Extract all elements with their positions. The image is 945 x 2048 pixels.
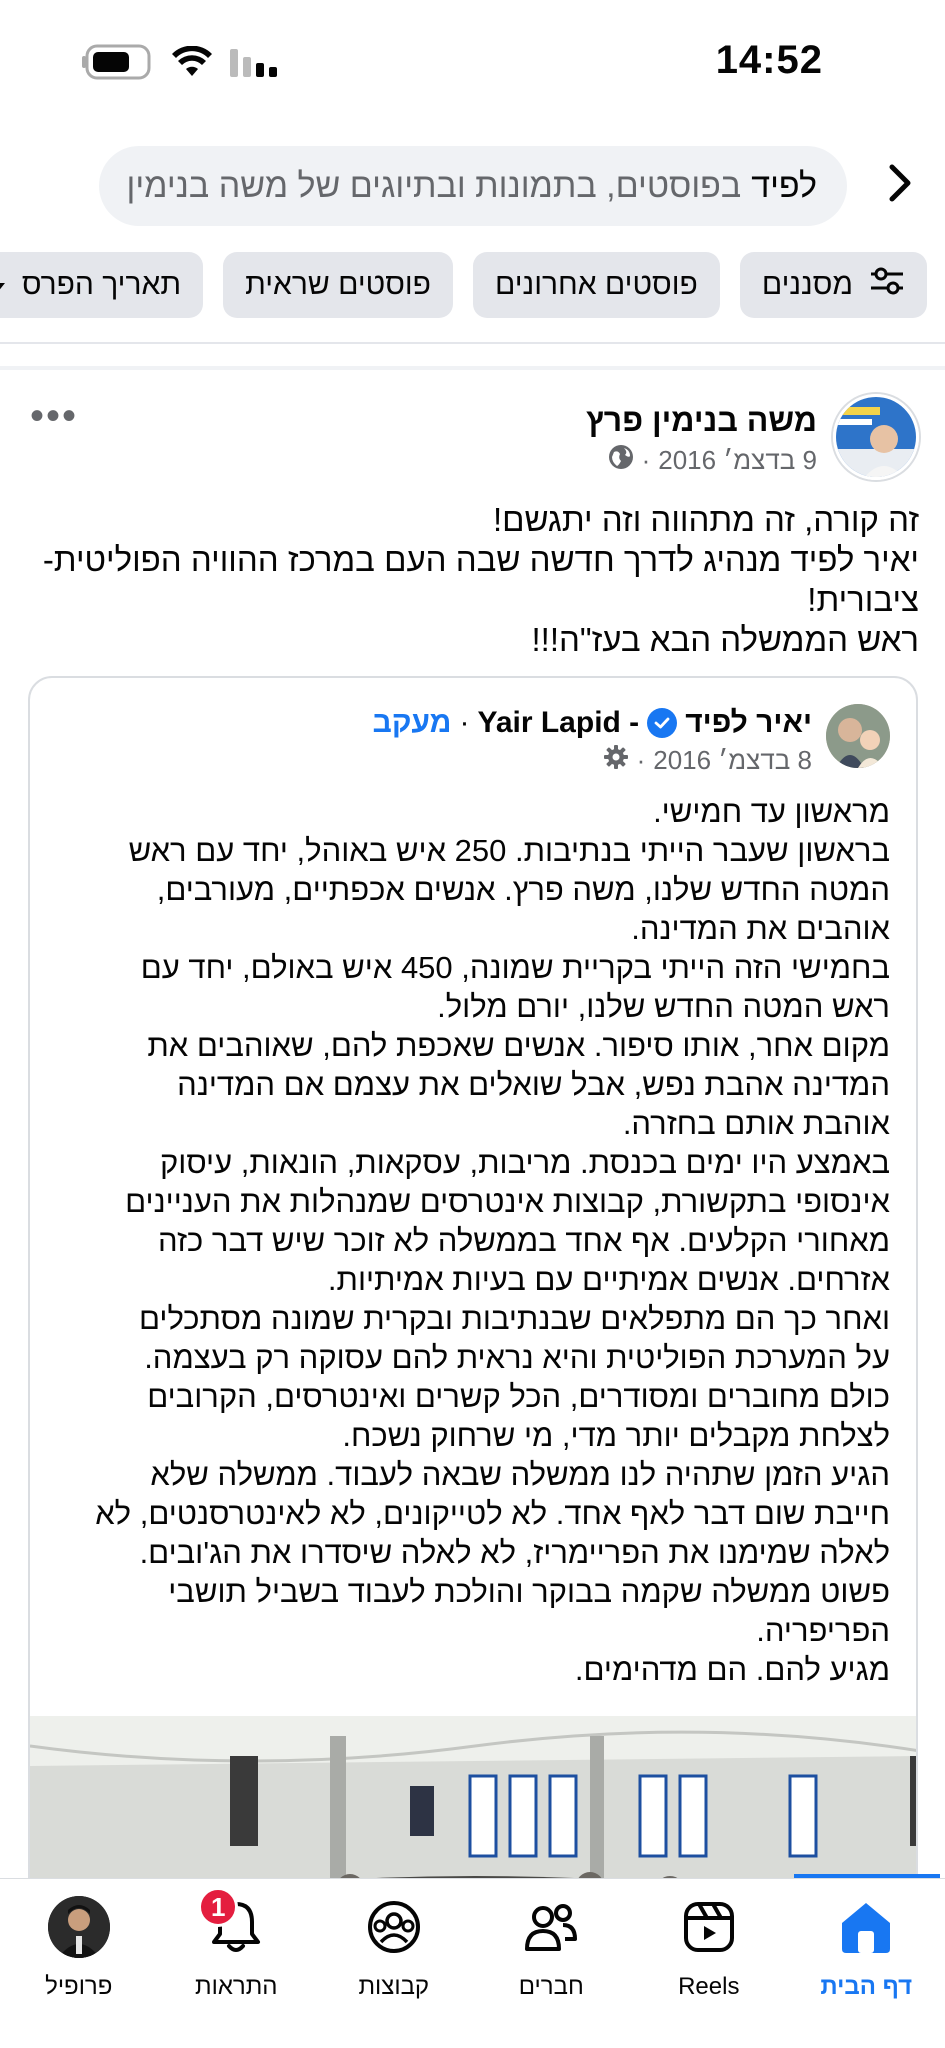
- shared-text-line: בחמישי הזה הייתי בקריית שמונה, 450 איש ב…: [140, 950, 890, 985]
- post-text-line: זה קורה, זה מתהווה וזה יתגשם!: [492, 501, 919, 538]
- globe-icon: [608, 444, 634, 477]
- home-icon: [834, 1895, 898, 1959]
- filters-chip[interactable]: מסננים: [739, 252, 927, 318]
- nav-notifications[interactable]: 1 התראות: [158, 1879, 316, 2048]
- shared-text-line: כולם מחוברים ומסודרים, הכל קשרים ואינטרס…: [147, 1379, 890, 1414]
- shared-text-line: אזרחים. אנשים אמיתיים עם בעיות אמיתיות.: [327, 1262, 890, 1297]
- shared-text-line: ואחר כך הם מתפלאים שבנתיבות ובקרית שמונה…: [139, 1301, 890, 1336]
- cellular-signal-icon: [230, 47, 280, 82]
- shared-text-line: פשוט ממשלה שקמה בבוקר והולכת לעבוד בשביל…: [168, 1574, 890, 1609]
- post-author-avatar[interactable]: [833, 394, 919, 480]
- nav-home-label: דף הבית: [820, 1973, 913, 2000]
- shared-date[interactable]: 8 בדצמ׳ 2016: [653, 745, 812, 776]
- post-text-line: ציבורית!: [807, 581, 919, 618]
- nav-friends-label: חברים: [518, 1973, 584, 2000]
- date-posted-chip[interactable]: תאריך הפרס: [0, 252, 204, 318]
- search-row: לפיד בפוסטים, בתמונות ובתיוגים של משה בנ…: [0, 146, 945, 226]
- sliders-icon: [869, 266, 905, 304]
- nav-groups[interactable]: קבוצות: [315, 1879, 473, 2048]
- shared-text-line: מאחורי הקלעים. אף אחד בממשלה לא זוכר שיש…: [157, 1223, 890, 1258]
- shared-text-line: המדינה אהבת נפש, אבל שואלים את עצמם אם ה…: [177, 1067, 890, 1102]
- caret-down-icon: [0, 268, 6, 302]
- shared-post-text: מראשון עד חמישי. בראשון שעבר הייתי בנתיב…: [42, 792, 890, 1689]
- shared-author-name-en[interactable]: Yair Lapid -: [477, 706, 639, 740]
- shared-text-line: מקום אחר, אותו סיפור. אנשים שאכפת להם, ש…: [147, 1028, 890, 1063]
- shared-text-line: ראש המטה החדש שלנו, יורם מלול.: [437, 989, 890, 1024]
- recent-posts-chip-label: פוסטים אחרונים: [494, 268, 698, 301]
- nav-groups-label: קבוצות: [358, 1973, 430, 2000]
- shared-author-avatar[interactable]: [826, 704, 890, 768]
- divider: [0, 366, 945, 370]
- meta-separator: ·: [641, 445, 651, 475]
- reels-icon: [677, 1895, 741, 1959]
- bottom-navigation: דף הבית Reels חברים קבוצות 1 התראות פרופ…: [0, 1878, 945, 2048]
- gear-icon: [603, 744, 629, 777]
- post-author-name[interactable]: משה בנימין פרץ: [586, 402, 817, 439]
- battery-icon: [82, 44, 154, 85]
- shared-text-line: הפריפריה.: [756, 1613, 890, 1648]
- meta-separator: ·: [636, 745, 646, 775]
- post-text-line: ראש הממשלה הבא בעז"ה!!!: [531, 621, 919, 658]
- search-term: לפיד: [751, 166, 817, 205]
- nav-profile[interactable]: פרופיל: [0, 1879, 158, 2048]
- more-dots-icon: •••: [30, 394, 79, 438]
- nav-friends[interactable]: חברים: [473, 1879, 631, 2048]
- friends-icon: [519, 1895, 583, 1959]
- groups-icon: [362, 1895, 426, 1959]
- wifi-icon: [172, 45, 212, 83]
- shared-text-line: חייבת שום דבר לאף אחד. לא לטייקונים, לא …: [95, 1496, 890, 1531]
- nav-profile-label: פרופיל: [45, 1973, 113, 2000]
- post-date[interactable]: 9 בדצמ׳ 2016: [658, 445, 817, 476]
- chevron-back-icon: [886, 163, 914, 208]
- shared-text-line: באמצע היו ימים בכנסת. מריבות, עסקאות, הו…: [160, 1145, 890, 1180]
- shared-text-line: מגיע להם. הם מדהימים.: [574, 1652, 890, 1687]
- avatar: [47, 1896, 110, 1958]
- shared-text-line: מראשון עד חמישי.: [653, 794, 890, 829]
- shared-header: יאיר לפיד Yair Lapid - · מעקב: [373, 706, 812, 740]
- nav-reels-label: Reels: [678, 1973, 740, 2000]
- shared-author-name-he[interactable]: יאיר לפיד: [685, 706, 812, 740]
- shared-text-line: המטה החדש שלנו, משה פרץ. אנשים אכפתיים, …: [156, 872, 890, 907]
- shared-text-line: אוהבים את המדינה.: [631, 911, 890, 946]
- search-context: בפוסטים, בתמונות ובתיוגים של משה בנימין: [126, 166, 742, 205]
- seen-posts-chip-label: פוסטים שראית: [245, 268, 431, 301]
- status-bar: 14:52: [0, 0, 945, 130]
- bell-icon: 1: [198, 1887, 268, 1959]
- post-text: זה קורה, זה מתהווה וזה יתגשם! יאיר לפיד …: [19, 500, 919, 660]
- nav-notifications-label: התראות: [195, 1973, 278, 2000]
- shared-text-line: הגיע הזמן שתהיה לנו ממשלה שבאה לעבוד. ממ…: [150, 1457, 890, 1492]
- back-button[interactable]: [875, 160, 925, 210]
- post-text-line: יאיר לפיד מנהיג לדרך חדשה שבה העם במרכז …: [42, 541, 919, 578]
- follow-button[interactable]: מעקב: [373, 706, 452, 740]
- status-time: 14:52: [715, 38, 823, 82]
- recent-posts-chip[interactable]: פוסטים אחרונים: [472, 252, 720, 318]
- filters-chip-label: מסננים: [761, 268, 853, 301]
- date-posted-chip-label: תאריך הפרס: [21, 268, 182, 301]
- shared-text-line: לצלחת מקבלים יותר מדי, מי שרחוק נשכח.: [342, 1418, 890, 1453]
- nav-reels[interactable]: Reels: [630, 1879, 788, 2048]
- profile-icon: [47, 1895, 111, 1959]
- shared-text-line: אוהבת אותם בחזרה.: [622, 1106, 890, 1141]
- search-input[interactable]: לפיד בפוסטים, בתמונות ובתיוגים של משה בנ…: [99, 146, 847, 226]
- system-icons: [82, 44, 280, 85]
- nav-home[interactable]: דף הבית: [788, 1879, 945, 2048]
- shared-post-card[interactable]: יאיר לפיד Yair Lapid - · מעקב 8 בדצמ׳ 20…: [28, 676, 918, 2048]
- post-meta: 9 בדצמ׳ 2016 ·: [608, 444, 817, 477]
- header-separator: ·: [459, 706, 470, 739]
- divider: [0, 342, 945, 344]
- shared-text-line: אינסופי בתקשורת, קבוצות אינטרסים שמנהלות…: [125, 1184, 890, 1219]
- filter-chips: מסננים פוסטים אחרונים פוסטים שראית תאריך…: [0, 252, 927, 318]
- shared-text-line: לאלה שמימנו את הפריימריז, לא לאלה שיסדרו…: [139, 1535, 890, 1570]
- seen-posts-chip[interactable]: פוסטים שראית: [223, 252, 453, 318]
- shared-text-line: בראשון שעבר הייתי בנתיבות. 250 איש באוהל…: [128, 833, 890, 868]
- verified-badge-icon: [647, 708, 678, 738]
- post-more-options-button[interactable]: •••: [30, 396, 78, 436]
- shared-meta: 8 בדצמ׳ 2016 ·: [603, 744, 812, 777]
- shared-text-line: על המערכת הפוליטית והיא נראית להם עסוקה …: [144, 1340, 890, 1375]
- notification-badge: 1: [198, 1887, 239, 1927]
